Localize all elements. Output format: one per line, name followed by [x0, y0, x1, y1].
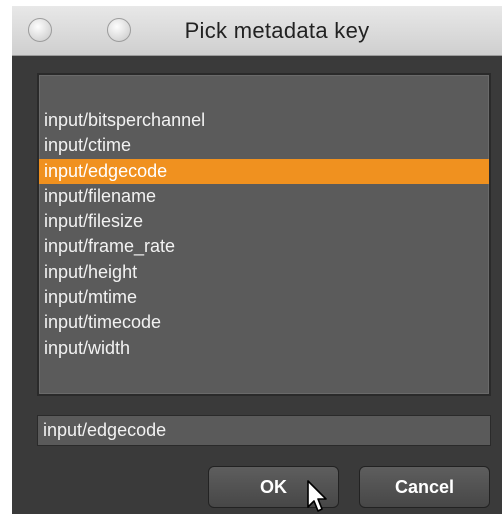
list-item[interactable]: input/height: [39, 260, 489, 285]
list-item[interactable]: input/ctime: [39, 133, 489, 158]
dialog-title: Pick metadata key: [184, 18, 370, 43]
list-item[interactable]: input/filename: [39, 184, 489, 209]
metadata-key-field[interactable]: input/edgecode: [37, 415, 491, 446]
list-item-selected[interactable]: input/edgecode: [39, 158, 489, 184]
list-item[interactable]: input/timecode: [39, 310, 489, 335]
list-item[interactable]: input/filesize: [39, 209, 489, 234]
metadata-key-list[interactable]: input/bitsperchannel input/ctime input/e…: [37, 73, 491, 396]
title-bar: Pick metadata key: [12, 6, 502, 56]
list-item[interactable]: input/bitsperchannel: [39, 108, 489, 133]
pick-metadata-key-dialog: Pick metadata key input/bitsperchannel i…: [12, 6, 502, 514]
metadata-key-list-items: input/bitsperchannel input/ctime input/e…: [39, 108, 489, 361]
list-item[interactable]: input/width: [39, 336, 489, 361]
list-item[interactable]: input/frame_rate: [39, 234, 489, 259]
list-item[interactable]: input/mtime: [39, 285, 489, 310]
mouse-pointer-icon: [307, 480, 327, 512]
cancel-button[interactable]: Cancel: [359, 466, 490, 508]
